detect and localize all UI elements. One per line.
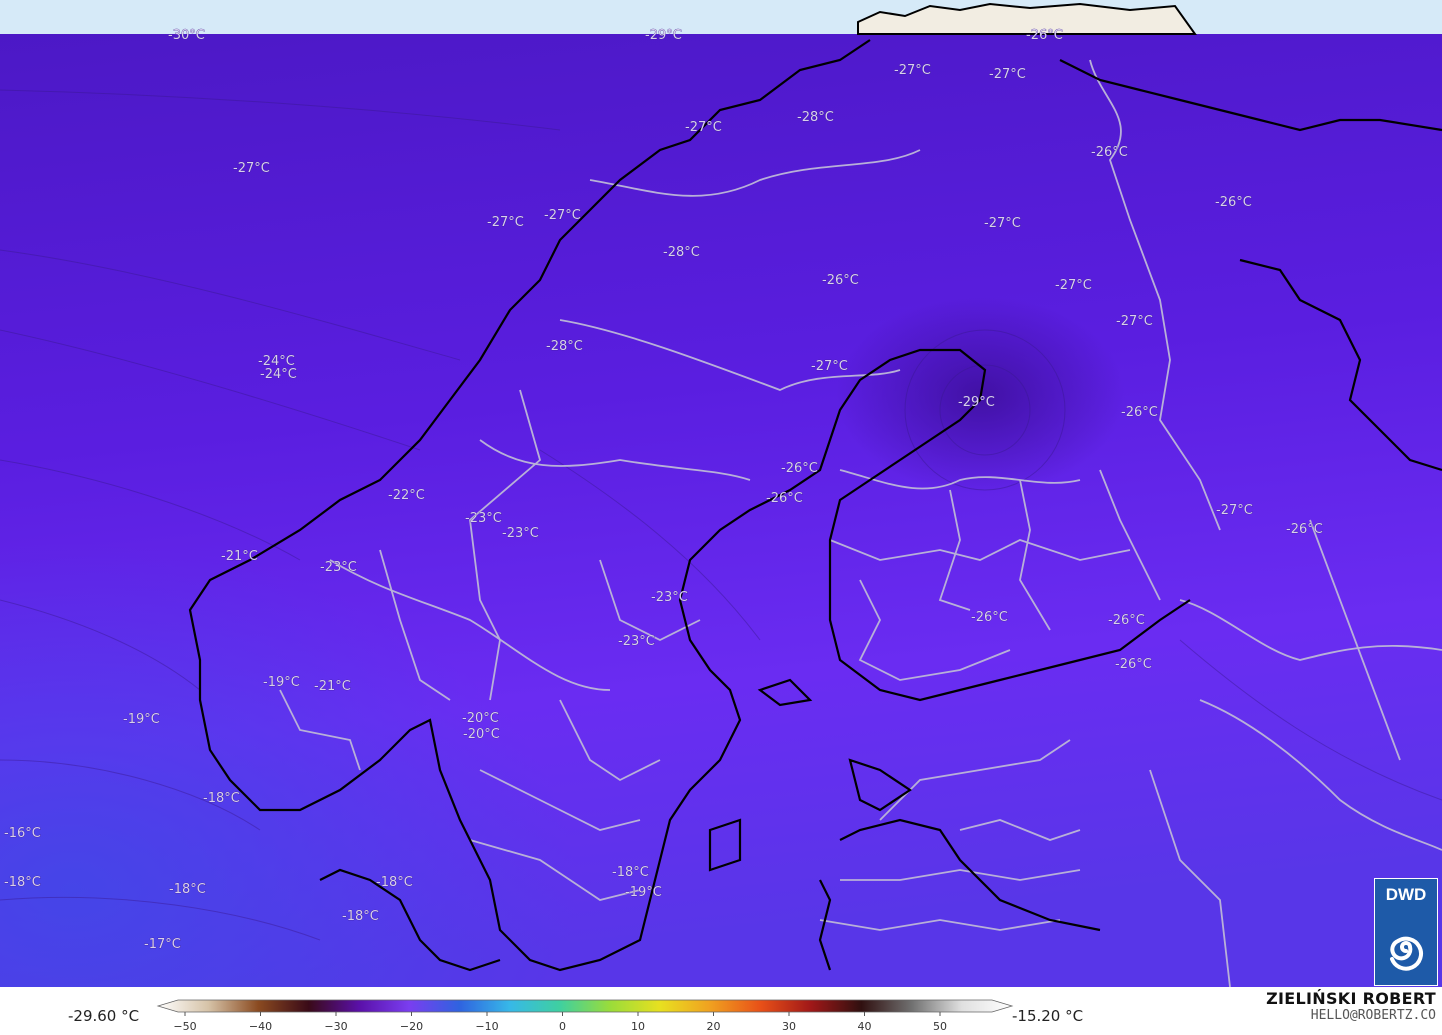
legend-max-label: -15.20 °C (1012, 1007, 1084, 1025)
temp-label: -27°C (1055, 278, 1092, 293)
temp-label: -18°C (169, 882, 206, 897)
temp-label: -27°C (894, 63, 931, 78)
temp-label: -18°C (612, 865, 649, 880)
temp-label: -28°C (546, 339, 583, 354)
temp-label: -24°C (260, 367, 297, 382)
temp-label: -26°C (766, 491, 803, 506)
temp-label: -26°C (1121, 405, 1158, 420)
temp-label: -19°C (263, 675, 300, 690)
colorbar-tick-label: −50 (173, 1020, 196, 1033)
temp-label: -28°C (797, 110, 834, 125)
colorbar-tick-label: −30 (324, 1020, 347, 1033)
temp-label: -20°C (462, 711, 499, 726)
temp-label: -29°C (958, 395, 995, 410)
colorbar-tick-label: −10 (475, 1020, 498, 1033)
no-data-strip (0, 0, 1442, 34)
colorbar-tick-label: 40 (858, 1020, 872, 1033)
credit: ZIELIŃSKI ROBERT HELLO@ROBERTZ.CO (1266, 989, 1436, 1023)
temp-label: -23°C (465, 511, 502, 526)
temp-label: -22°C (388, 488, 425, 503)
temp-label: -23°C (618, 634, 655, 649)
temp-label: -19°C (123, 712, 160, 727)
temp-label: -16°C (4, 826, 41, 841)
temp-label: -26°C (781, 461, 818, 476)
temp-label: -19°C (625, 885, 662, 900)
temp-label: -27°C (984, 216, 1021, 231)
temp-label: -27°C (685, 120, 722, 135)
temp-label: -26°C (1026, 28, 1063, 43)
author-name: ZIELIŃSKI ROBERT (1266, 989, 1436, 1008)
colorbar-tick-label: −40 (249, 1020, 272, 1033)
temp-label: -27°C (544, 208, 581, 223)
colorbar-tick-label: 50 (933, 1020, 947, 1033)
colorbar: −50 −40 −30 −20 −10 0 10 20 30 40 50 (156, 999, 1014, 1033)
temp-label: -27°C (233, 161, 270, 176)
temperature-map[interactable]: -30°C -29°C -26°C -27°C -27°C -27°C -28°… (0, 0, 1442, 987)
legend: -29.60 °C −50 −40 −30 −20 −10 0 10 20 30 40 50 -15… (0, 987, 1442, 1035)
temp-label: -26°C (971, 610, 1008, 625)
temp-label: -30°C (168, 28, 205, 43)
colorbar-tick-label: 0 (559, 1020, 566, 1033)
colorbar-tick-label: 20 (707, 1020, 721, 1033)
dwd-logo-text: DWD (1385, 885, 1427, 904)
temp-label: -18°C (203, 791, 240, 806)
temp-label: -27°C (1116, 314, 1153, 329)
temp-label: -26°C (1286, 522, 1323, 537)
temp-label: -20°C (463, 727, 500, 742)
colorbar-tick-label: 30 (782, 1020, 796, 1033)
temp-label: -27°C (1216, 503, 1253, 518)
temp-label: -26°C (822, 273, 859, 288)
author-email[interactable]: HELLO@ROBERTZ.CO (1266, 1008, 1436, 1023)
temp-label: -21°C (221, 549, 258, 564)
temp-label: -26°C (1215, 195, 1252, 210)
temp-label: -26°C (1091, 145, 1128, 160)
temp-label: -23°C (320, 560, 357, 575)
legend-min-label: -29.60 °C (68, 1007, 140, 1025)
temp-label: -27°C (487, 215, 524, 230)
temp-label: -27°C (811, 359, 848, 374)
colorbar-tick-label: −20 (400, 1020, 423, 1033)
spiral-icon (1390, 936, 1424, 971)
temp-label: -21°C (314, 679, 351, 694)
colorbar-ticks: −50 −40 −30 −20 −10 0 10 20 30 40 50 (173, 1012, 947, 1033)
temp-label: -17°C (144, 937, 181, 952)
colorbar-tick-label: 10 (631, 1020, 645, 1033)
temp-label: -18°C (376, 875, 413, 890)
temp-label: -18°C (4, 875, 41, 890)
temp-label: -26°C (1108, 613, 1145, 628)
temp-label: -28°C (663, 245, 700, 260)
temp-label: -23°C (651, 590, 688, 605)
colorbar-bar (156, 999, 1014, 1013)
temp-label: -23°C (502, 526, 539, 541)
temp-label: -29°C (645, 28, 682, 43)
dwd-logo: DWD (1374, 878, 1438, 986)
temp-label: -27°C (989, 67, 1026, 82)
temp-label: -26°C (1115, 657, 1152, 672)
temp-label: -18°C (342, 909, 379, 924)
